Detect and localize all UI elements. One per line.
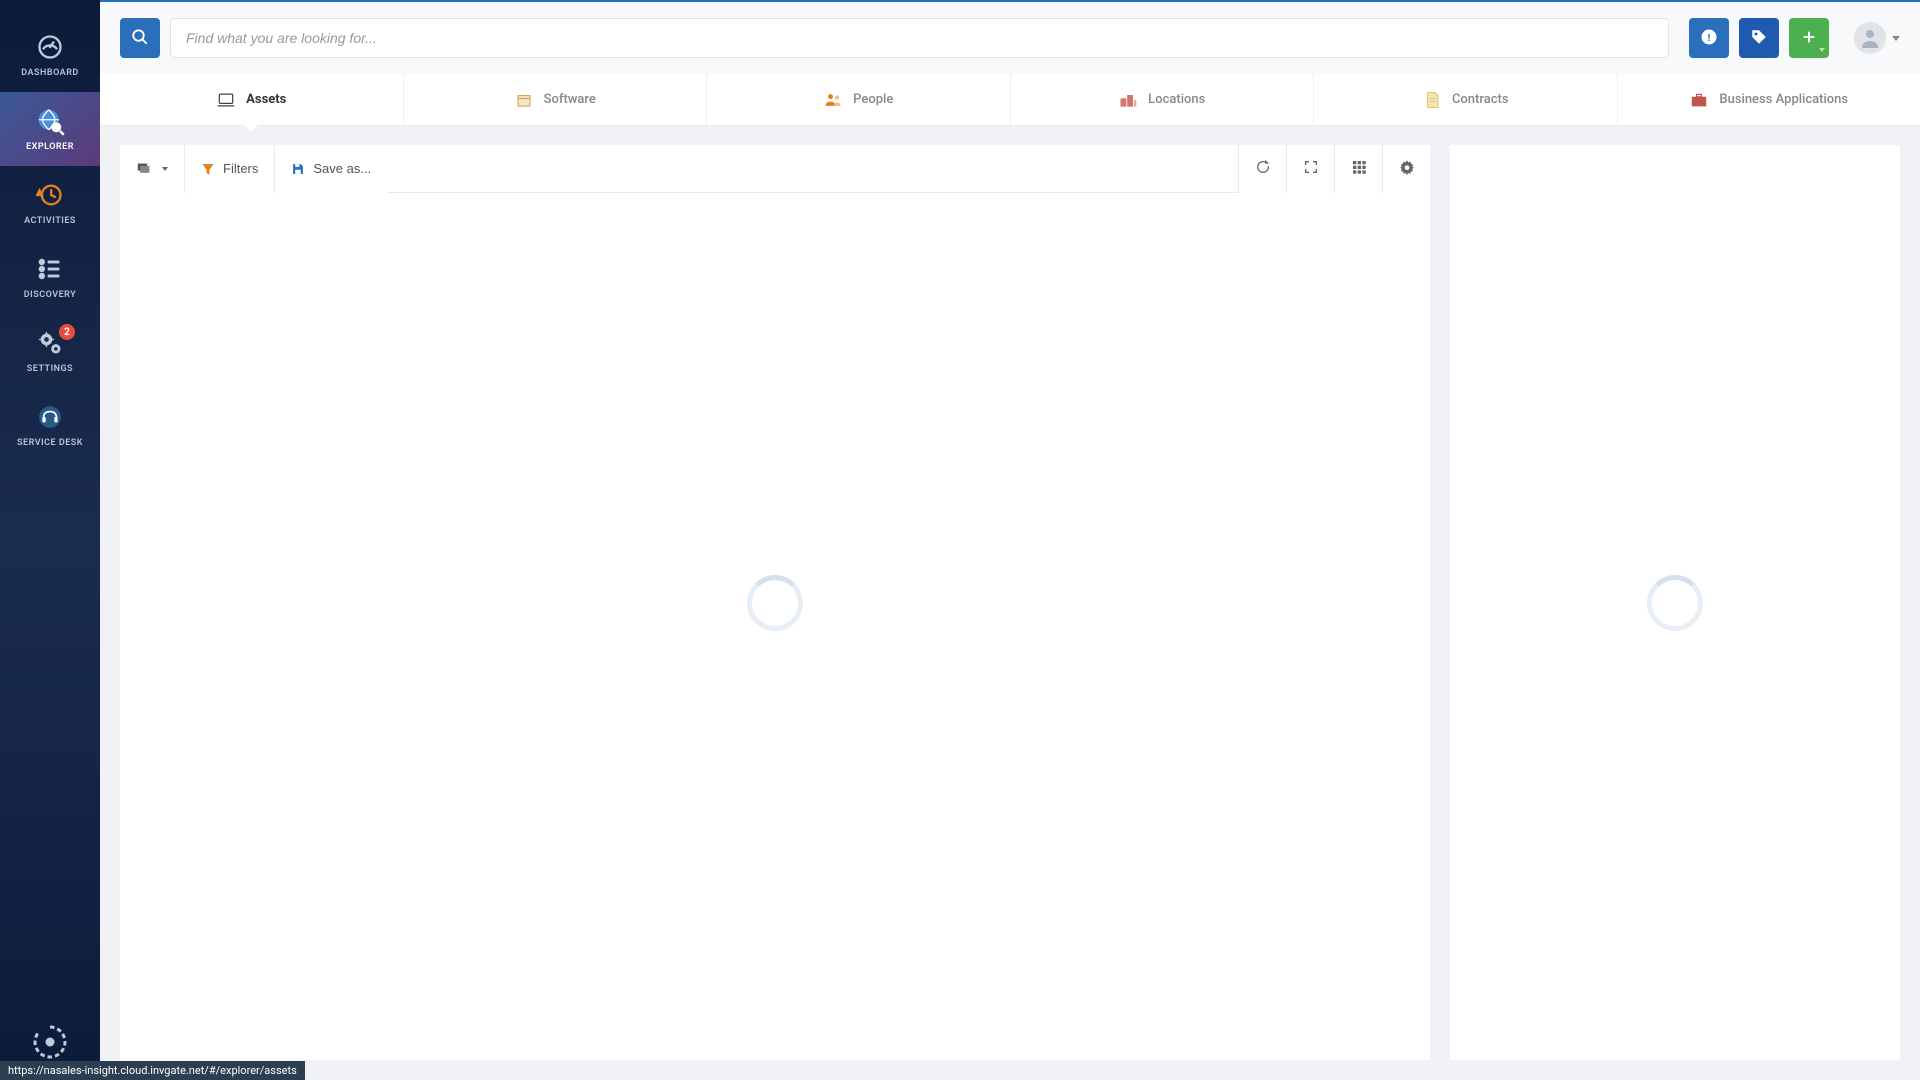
headset-icon bbox=[35, 402, 65, 432]
sidebar-item-dashboard[interactable]: DASHBOARD bbox=[0, 18, 100, 92]
chevron-down-icon bbox=[162, 167, 168, 171]
grid-view-button[interactable] bbox=[1334, 145, 1382, 193]
avatar-icon bbox=[1854, 22, 1886, 54]
header: ! bbox=[100, 2, 1920, 74]
tab-locations[interactable]: Locations bbox=[1011, 74, 1315, 125]
content-area: Filters Save as... bbox=[120, 145, 1900, 1060]
tab-label: People bbox=[853, 92, 893, 107]
info-icon: ! bbox=[1700, 28, 1718, 49]
search-input[interactable] bbox=[170, 18, 1669, 58]
sidebar-item-label: ACTIVITIES bbox=[24, 216, 76, 226]
explorer-tabs: Assets Software People bbox=[100, 74, 1920, 126]
tab-label: Business Applications bbox=[1719, 92, 1848, 107]
main-toolbar: Filters Save as... bbox=[120, 145, 1430, 193]
sidebar-item-label: DISCOVERY bbox=[24, 290, 76, 300]
tab-label: Software bbox=[544, 92, 596, 107]
document-icon bbox=[1422, 92, 1442, 108]
sidebar-item-settings[interactable]: 2 SETTINGS bbox=[0, 314, 100, 388]
people-icon bbox=[823, 92, 843, 108]
tab-contracts[interactable]: Contracts bbox=[1314, 74, 1618, 125]
sidebar-item-label: SETTINGS bbox=[27, 364, 73, 374]
grid-icon bbox=[1351, 159, 1367, 178]
tab-business-applications[interactable]: Business Applications bbox=[1618, 74, 1920, 125]
left-sidebar: DASHBOARD EXPLORER ACTIVITIES bbox=[0, 0, 100, 1080]
right-panel bbox=[1450, 145, 1900, 1060]
add-button[interactable] bbox=[1789, 18, 1829, 58]
loading-spinner-icon bbox=[1647, 575, 1703, 631]
globe-search-icon bbox=[35, 106, 65, 136]
search-icon bbox=[131, 28, 149, 49]
sidebar-item-activities[interactable]: ACTIVITIES bbox=[0, 166, 100, 240]
search-button[interactable] bbox=[120, 18, 160, 58]
tab-label: Locations bbox=[1148, 92, 1205, 107]
tag-button[interactable] bbox=[1739, 18, 1779, 58]
funnel-icon bbox=[201, 162, 215, 176]
sidebar-item-servicedesk[interactable]: SERVICE DESK bbox=[0, 388, 100, 462]
tab-label: Assets bbox=[246, 92, 286, 107]
views-dropdown-button[interactable] bbox=[120, 145, 185, 193]
status-bar-url: https://nasales-insight.cloud.invgate.ne… bbox=[0, 1061, 305, 1080]
filters-button[interactable]: Filters bbox=[185, 145, 275, 193]
tag-icon bbox=[1750, 28, 1768, 49]
tab-people[interactable]: People bbox=[707, 74, 1011, 125]
refresh-icon bbox=[1255, 159, 1271, 178]
svg-text:!: ! bbox=[1707, 31, 1711, 43]
saveas-button[interactable]: Save as... bbox=[275, 145, 387, 193]
refresh-button[interactable] bbox=[1238, 145, 1286, 193]
save-icon bbox=[291, 162, 305, 176]
brand-logo-icon bbox=[32, 1024, 68, 1060]
list-icon bbox=[35, 254, 65, 284]
gear-icon bbox=[1399, 159, 1415, 178]
layers-icon bbox=[136, 162, 152, 176]
saveas-label: Save as... bbox=[313, 161, 371, 176]
expand-button[interactable] bbox=[1286, 145, 1334, 193]
laptop-icon bbox=[216, 92, 236, 108]
sidebar-item-explorer[interactable]: EXPLORER bbox=[0, 92, 100, 166]
briefcase-icon bbox=[1689, 92, 1709, 108]
clock-history-icon bbox=[35, 180, 65, 210]
tab-label: Contracts bbox=[1452, 92, 1509, 107]
sidebar-item-discovery[interactable]: DISCOVERY bbox=[0, 240, 100, 314]
tab-assets[interactable]: Assets bbox=[100, 74, 404, 125]
sidebar-item-label: EXPLORER bbox=[26, 142, 74, 152]
tab-software[interactable]: Software bbox=[404, 74, 708, 125]
box-icon bbox=[514, 92, 534, 108]
header-actions: ! bbox=[1689, 18, 1829, 58]
notification-badge: 2 bbox=[59, 324, 75, 340]
chevron-down-icon bbox=[1819, 48, 1825, 52]
expand-icon bbox=[1303, 159, 1319, 178]
loading-spinner-icon bbox=[747, 575, 803, 631]
plus-icon bbox=[1801, 29, 1817, 48]
settings-button[interactable] bbox=[1382, 145, 1430, 193]
user-menu[interactable] bbox=[1854, 22, 1900, 54]
gauge-icon bbox=[35, 32, 65, 62]
chevron-down-icon bbox=[1892, 36, 1900, 41]
sidebar-item-label: SERVICE DESK bbox=[17, 438, 83, 448]
main-panel: Filters Save as... bbox=[120, 145, 1430, 1060]
buildings-icon bbox=[1118, 92, 1138, 108]
filters-label: Filters bbox=[223, 161, 258, 176]
sidebar-item-label: DASHBOARD bbox=[21, 68, 79, 78]
info-button[interactable]: ! bbox=[1689, 18, 1729, 58]
